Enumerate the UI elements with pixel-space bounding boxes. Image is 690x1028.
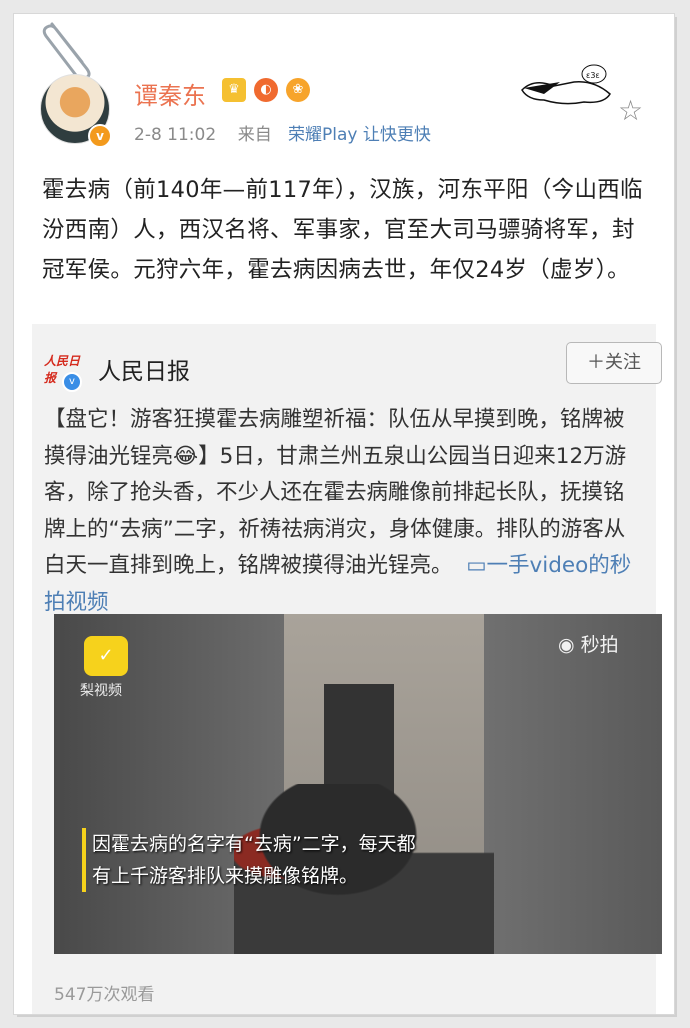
pear-video-label: 梨视频 [80, 683, 122, 699]
doodle-sticker-icon: ε3ε [521, 64, 611, 105]
star-icon[interactable]: ☆ [618, 94, 643, 127]
video-caption: 因霍去病的名字有“去病”二字，每天都有上千游客排队来摸雕像铭牌。 [82, 828, 432, 892]
fire-badge-icon[interactable]: ◐ [254, 78, 278, 102]
video-frame-right [484, 614, 662, 954]
paperclip-icon [42, 22, 91, 80]
repost-text: 【盘它！游客狂摸霍去病雕塑祈福：队伍从早摸到晚，铭牌被摸得油光锃亮😂】5日，甘肃… [44, 402, 644, 621]
svg-text:ε3ε: ε3ε [586, 71, 600, 80]
miaopai-icon: ◉ [558, 634, 575, 656]
source-link[interactable]: 荣耀Play 让快更快 [288, 125, 431, 145]
username[interactable]: 谭秦东 [134, 76, 206, 111]
post-time: 2-8 11:02 [134, 125, 217, 145]
follow-button[interactable]: ＋关注 [566, 342, 662, 384]
video-link-icon[interactable]: ▭ [459, 553, 486, 578]
source-prefix: 来自 [237, 125, 272, 145]
miaopai-label: 秒拍 [580, 634, 619, 656]
repost-author[interactable]: 人民日报 [98, 352, 190, 386]
verified-icon: v [62, 372, 82, 392]
miaopai-watermark: ◉ 秒拍 [558, 630, 619, 657]
verified-icon: v [88, 124, 112, 148]
view-count: 547万次观看 [54, 985, 155, 1005]
post-text: 霍去病（前140年—前117年），汉族，河东平阳（今山西临汾西南）人，西汉名将、… [42, 177, 643, 283]
repost-block[interactable]: 人民日报 v 人民日报 ＋关注 【盘它！游客狂摸霍去病雕塑祈福：队伍从早摸到晚，… [32, 324, 662, 1014]
member-crown-icon[interactable]: ♛ [222, 78, 246, 102]
video-player[interactable]: ✓ 梨视频 ◉ 秒拍 因霍去病的名字有“去病”二字，每天都有上千游客排队来摸雕像… [54, 614, 662, 954]
fan-badge-icon[interactable]: ❀ [286, 78, 310, 102]
post-meta: 2-8 11:02 来自 荣耀Play 让快更快 [134, 120, 431, 145]
pear-video-icon: ✓ [84, 636, 128, 676]
badge-group: ♛ ◐ ❀ [222, 78, 310, 102]
weibo-card: v 谭秦东 ♛ ◐ ❀ 2-8 11:02 来自 荣耀Play 让快更快 ε3ε… [14, 14, 674, 1014]
